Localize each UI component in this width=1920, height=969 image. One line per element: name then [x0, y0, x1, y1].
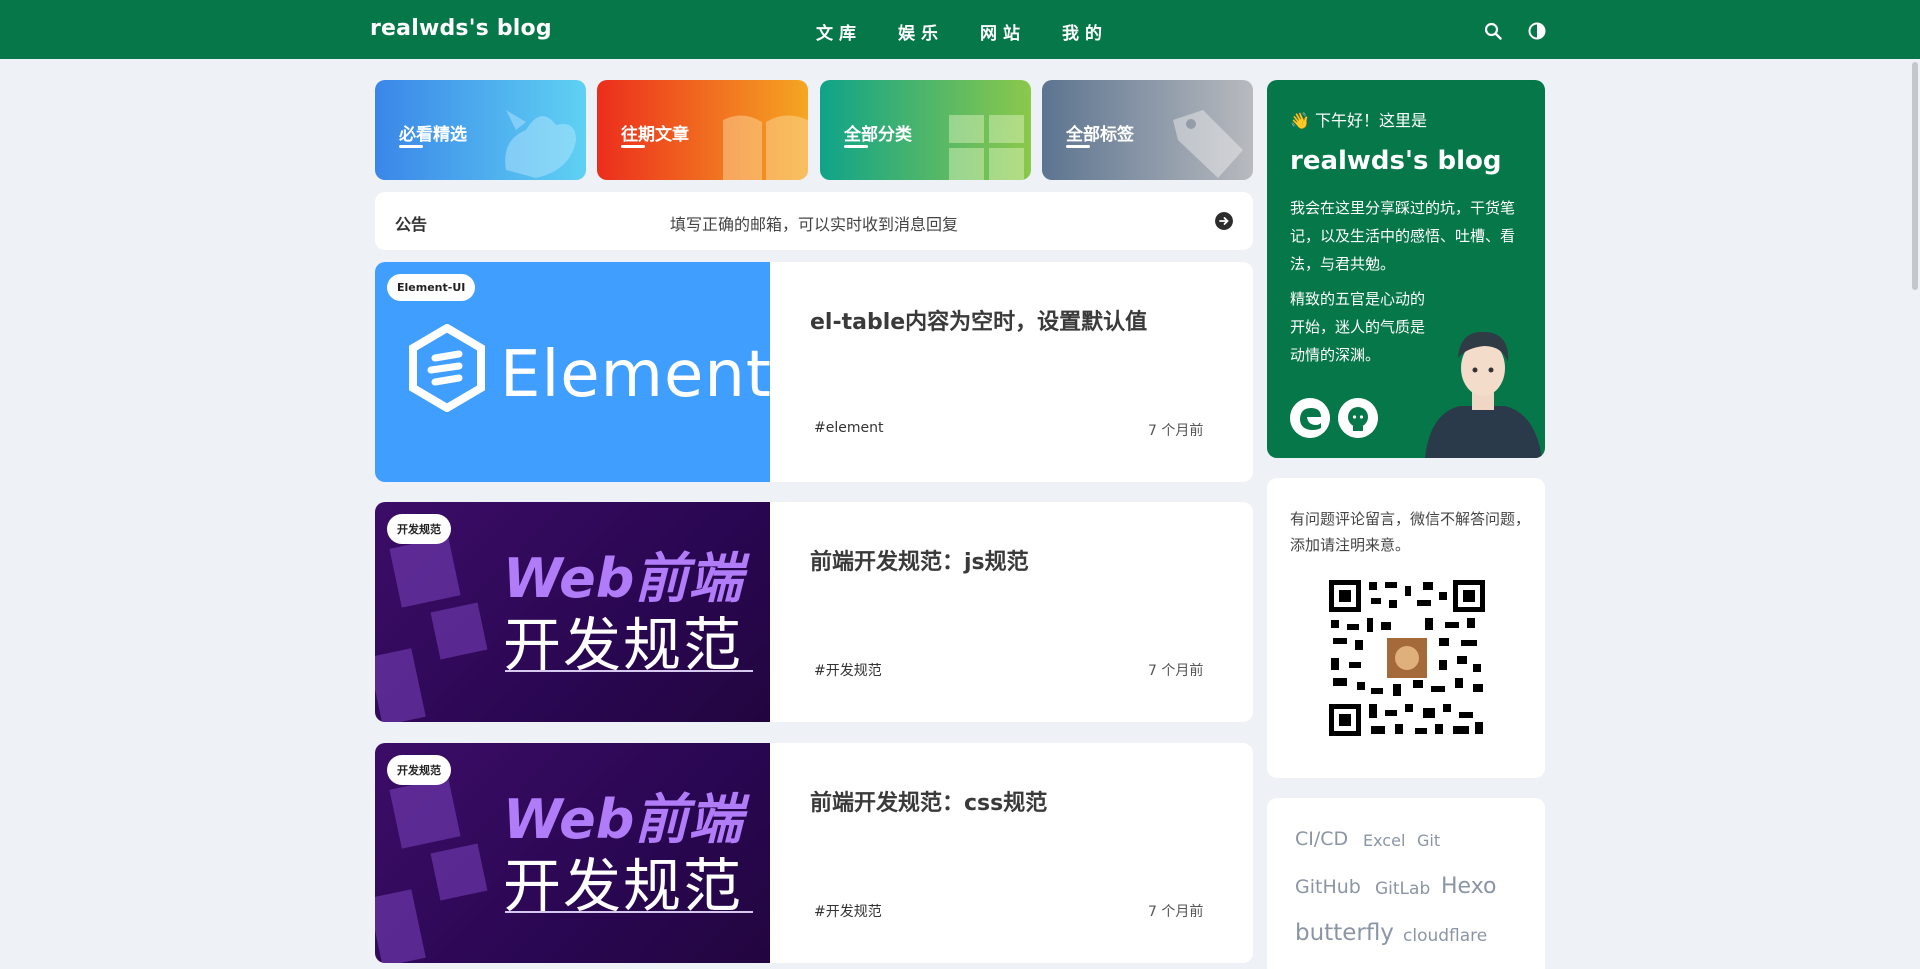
tag-link[interactable]: cloudflare	[1403, 926, 1487, 946]
decor-square	[375, 648, 426, 722]
book-icon	[723, 115, 808, 180]
post-card[interactable]: Web前端 开发规范 开发规范 前端开发规范：js规范 #开发规范 7 个月前	[375, 502, 1253, 722]
qr-code-image	[1327, 578, 1487, 738]
tag-link[interactable]: GitLab	[1375, 879, 1430, 899]
tag-icon	[1173, 110, 1243, 178]
category-label: 必看精选	[399, 125, 467, 145]
menu-item-mine[interactable]: 我的	[1062, 19, 1144, 44]
greeting: 👋 下午好！这里是	[1290, 111, 1428, 130]
post-tag[interactable]: #element	[814, 420, 883, 436]
post-title[interactable]: el-table内容为空时，设置默认值	[810, 304, 1147, 336]
dark-mode-icon[interactable]	[1528, 22, 1546, 40]
notice-text: 填写正确的邮箱，可以实时收到消息回复	[670, 215, 959, 234]
category-label: 往期文章	[621, 125, 689, 145]
wechat-qr-card: 有问题评论留言，微信不解答问题，添加请注明来意。	[1267, 478, 1545, 778]
post-cover-image[interactable]: Element Element-UI	[375, 262, 770, 482]
tag-link[interactable]: butterfly	[1295, 920, 1394, 946]
category-underline	[621, 145, 645, 148]
cover-line	[505, 911, 753, 913]
menu-item-entertainment[interactable]: 娱乐	[898, 19, 980, 44]
post-card[interactable]: Element Element-UI el-table内容为空时，设置默认值 #…	[375, 262, 1253, 482]
category-card-all-categories[interactable]: 全部分类	[820, 80, 1031, 180]
post-time: 7 个月前	[1148, 423, 1204, 439]
main-menu: 文库 娱乐 网站 我的	[816, 19, 1144, 44]
menu-item-library[interactable]: 文库	[816, 19, 898, 44]
author-card: 👋 下午好！这里是 realwds's blog 我会在这里分享踩过的坑，干货笔…	[1267, 80, 1545, 458]
top-navbar: realwds's blog 文库 娱乐 网站 我的	[0, 0, 1920, 59]
category-card-archives[interactable]: 往期文章	[597, 80, 808, 180]
notice-title: 公告	[395, 215, 428, 234]
decor-square	[389, 777, 461, 849]
tag-cloud: CI/CD Excel Git GitHub GitLab Hexo butte…	[1267, 798, 1545, 969]
category-badge[interactable]: 开发规范	[387, 514, 451, 544]
site-brand[interactable]: realwds's blog	[370, 16, 552, 41]
whale-icon	[505, 110, 576, 178]
menu-item-websites[interactable]: 网站	[980, 19, 1062, 44]
post-title[interactable]: 前端开发规范：js规范	[810, 544, 1029, 576]
scrollbar-thumb[interactable]	[1912, 62, 1918, 290]
post-time: 7 个月前	[1148, 904, 1204, 920]
author-name: realwds's blog	[1290, 146, 1502, 176]
post-cover-image[interactable]: Web前端 开发规范 开发规范	[375, 743, 770, 963]
notice-bar: 公告 填写正确的邮箱，可以实时收到消息回复	[375, 192, 1253, 250]
post-tag[interactable]: #开发规范	[814, 660, 882, 680]
tag-link[interactable]: Git	[1417, 831, 1440, 850]
category-badge[interactable]: Element-UI	[387, 274, 476, 301]
grid-icon	[949, 115, 1024, 180]
post-card[interactable]: Web前端 开发规范 开发规范 前端开发规范：css规范 #开发规范 7 个月前	[375, 743, 1253, 963]
category-badge[interactable]: 开发规范	[387, 755, 451, 785]
category-underline	[844, 145, 868, 148]
edge-icon[interactable]	[1290, 398, 1330, 438]
post-title[interactable]: 前端开发规范：css规范	[810, 785, 1047, 817]
category-card-featured[interactable]: 必看精选	[375, 80, 586, 180]
category-label: 全部标签	[1066, 125, 1134, 145]
tag-link[interactable]: Hexo	[1441, 874, 1497, 899]
decor-square	[389, 536, 461, 608]
author-avatar-illustration	[1425, 331, 1542, 458]
decor-square	[430, 602, 488, 660]
author-quote: 精致的五官是心动的开始，迷人的气质是动情的深渊。	[1290, 290, 1426, 364]
post-tag[interactable]: #开发规范	[814, 901, 882, 921]
search-icon[interactable]	[1484, 22, 1502, 40]
tag-link[interactable]: Excel	[1363, 831, 1405, 850]
github-icon[interactable]	[1338, 398, 1378, 438]
decor-square	[375, 889, 426, 963]
decor-square	[430, 843, 488, 901]
tag-link[interactable]: CI/CD	[1295, 828, 1348, 850]
post-cover-image[interactable]: Web前端 开发规范 开发规范	[375, 502, 770, 722]
category-underline	[399, 145, 423, 148]
qr-message: 有问题评论留言，微信不解答问题，添加请注明来意。	[1290, 510, 1531, 554]
cover-line	[505, 670, 753, 672]
category-underline	[1066, 145, 1090, 148]
arrow-right-icon[interactable]	[1215, 212, 1233, 230]
cover-word: Element	[500, 338, 770, 412]
category-label: 全部分类	[844, 125, 912, 145]
tag-link[interactable]: GitHub	[1295, 876, 1361, 898]
category-card-all-tags[interactable]: 全部标签	[1042, 80, 1253, 180]
element-logo-icon	[409, 324, 485, 412]
post-time: 7 个月前	[1148, 663, 1204, 679]
author-description: 我会在这里分享踩过的坑，干货笔记，以及生活中的感悟、吐槽、看法，与君共勉。	[1290, 199, 1516, 273]
